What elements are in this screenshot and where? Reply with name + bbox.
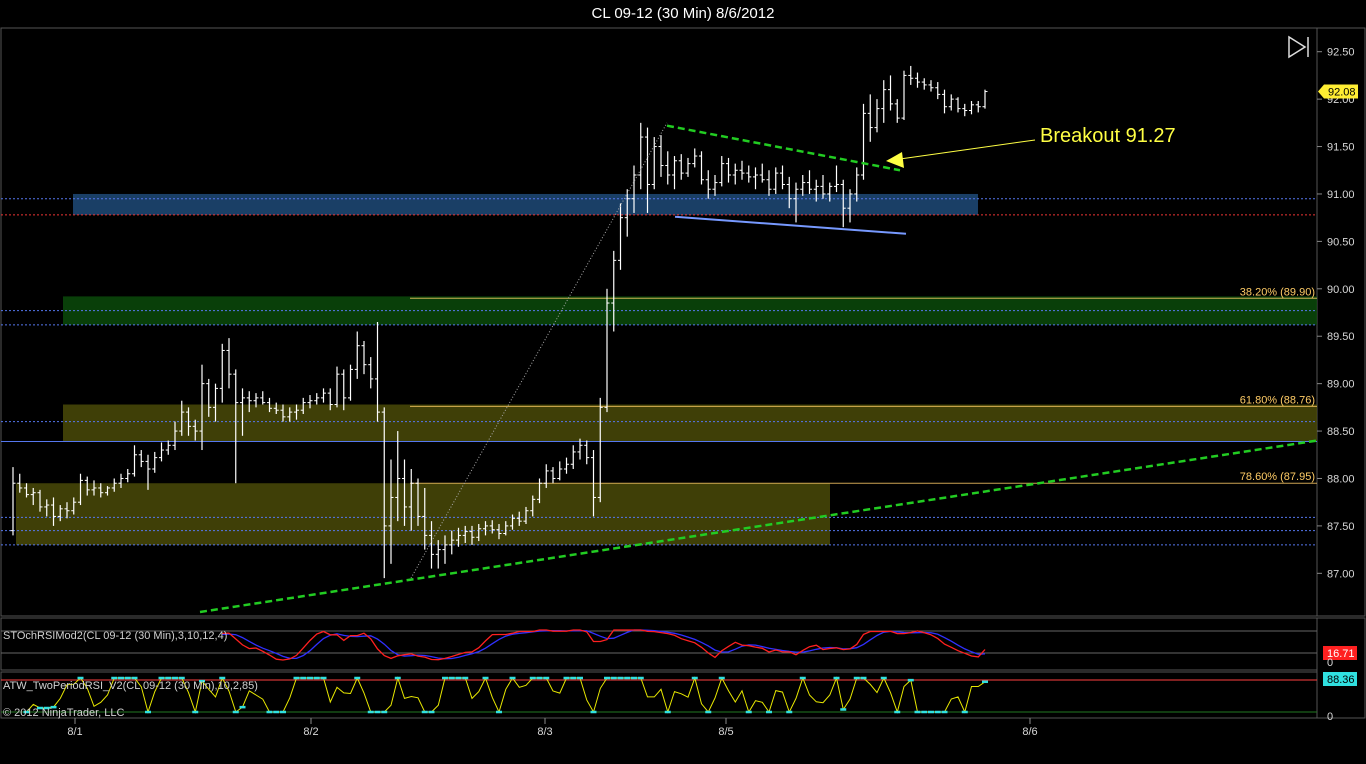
rsi-panel[interactable] <box>0 671 1318 719</box>
y-tick-label: 89.50 <box>1327 331 1355 343</box>
fib-label-2: 78.60% (87.95) <box>1240 471 1315 483</box>
x-tick-label: 8/6 <box>1022 726 1037 738</box>
indicator-axis <box>1316 617 1366 719</box>
y-tick-label: 92.50 <box>1327 47 1355 59</box>
copyright-label: © 2012 NinjaTrader, LLC <box>3 707 124 719</box>
zone-olive-3 <box>16 483 830 545</box>
stoch-panel[interactable] <box>0 617 1318 671</box>
chart-canvas[interactable]: 38.20% (89.90) 61.80% (88.76) 78.60% (87.9… <box>0 0 1366 764</box>
rsi-value-label: 88.36 <box>1327 674 1355 686</box>
x-tick-label: 8/2 <box>303 726 318 738</box>
breakout-annotation: Breakout 91.27 <box>1040 125 1176 147</box>
y-tick-label: 91.00 <box>1327 189 1355 201</box>
fib-label-1: 61.80% (88.76) <box>1240 394 1315 406</box>
x-tick-label: 8/1 <box>67 726 82 738</box>
y-tick-label: 87.00 <box>1327 568 1355 580</box>
rsi-axis-zero: 0 <box>1327 711 1333 723</box>
y-tick-label: 90.50 <box>1327 236 1355 248</box>
y-tick-label: 89.00 <box>1327 379 1355 391</box>
zone-blue-0 <box>73 193 978 215</box>
zone-olive-2 <box>63 404 1317 442</box>
fib-label-0: 38.20% (89.90) <box>1240 286 1315 298</box>
y-tick-label: 91.50 <box>1327 142 1355 154</box>
y-tick-label: 88.00 <box>1327 473 1355 485</box>
stoch-axis-zero: 0 <box>1327 657 1333 669</box>
y-tick-label: 88.50 <box>1327 426 1355 438</box>
x-axis-ticks: 8/1 8/2 8/3 8/5 8/6 <box>67 718 1038 738</box>
y-tick-label: 90.00 <box>1327 284 1355 296</box>
y-tick-label: 87.50 <box>1327 521 1355 533</box>
x-tick-label: 8/3 <box>537 726 552 738</box>
rsi-indicator-label: ATW_TwoPeriodRSI_V2(CL 09-12 (30 Min),10… <box>3 680 258 692</box>
last-price-label: 92.08 <box>1328 87 1356 99</box>
x-tick-label: 8/5 <box>718 726 733 738</box>
stoch-indicator-label: STOchRSIMod2(CL 09-12 (30 Min),3,10,12,4… <box>3 630 227 642</box>
last-price-badge: 92.08 <box>1318 84 1358 99</box>
